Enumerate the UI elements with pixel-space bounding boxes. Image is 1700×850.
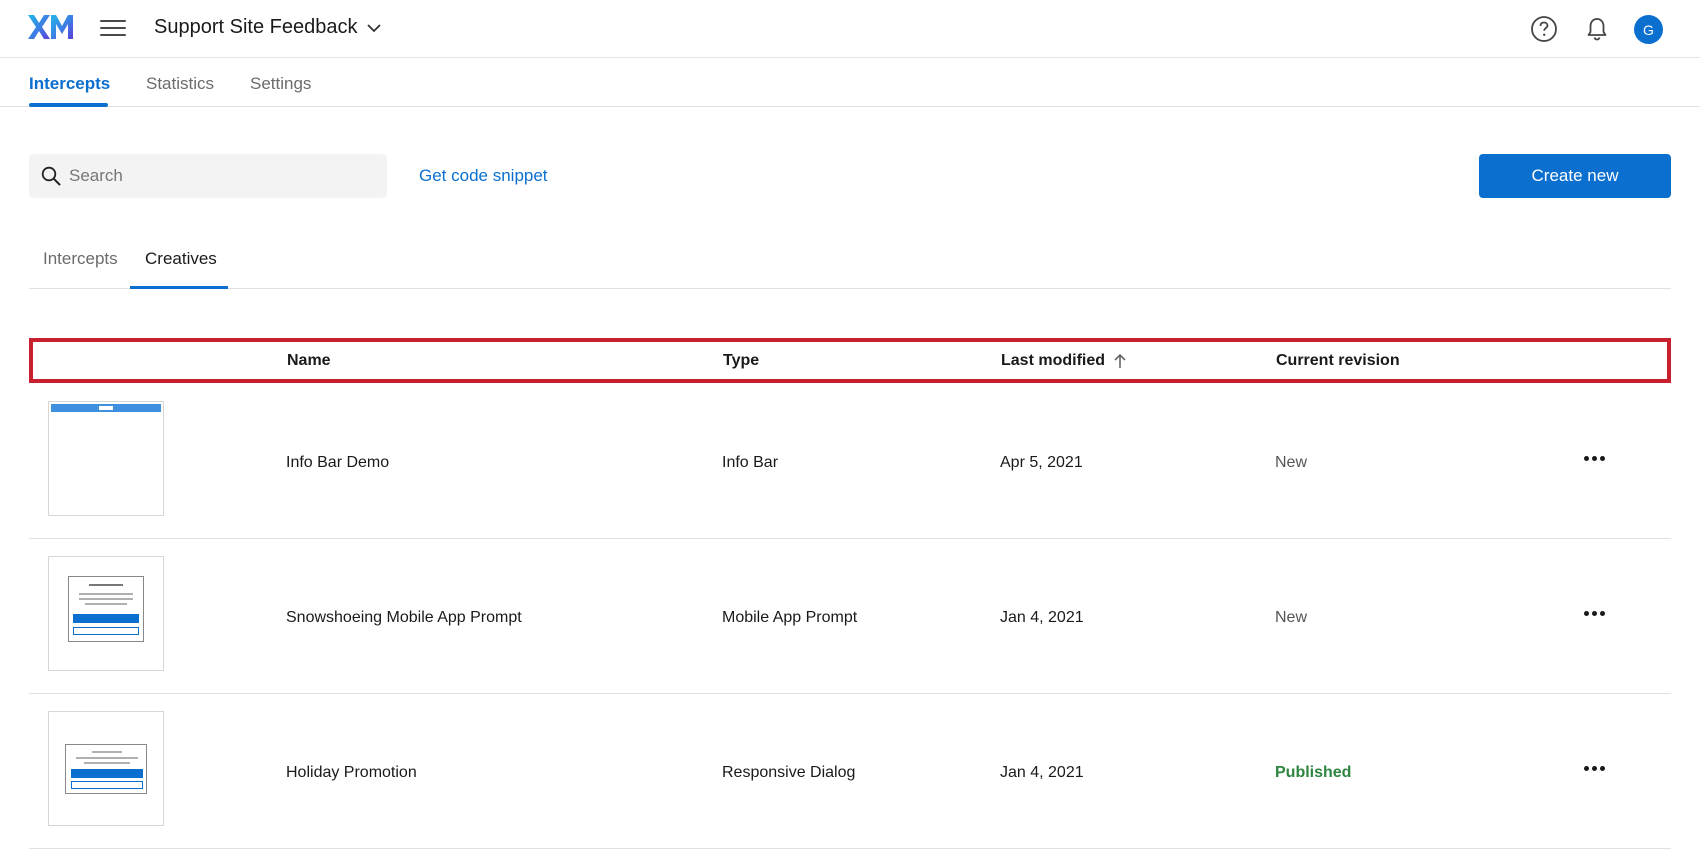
tab-statistics[interactable]: Statistics xyxy=(146,74,214,94)
secondary-tabs: Intercepts Creatives xyxy=(29,232,1671,289)
top-header: Support Site Feedback G xyxy=(0,0,1700,58)
thumbnail-prompt xyxy=(68,576,144,642)
row-revision: New xyxy=(1275,609,1308,626)
column-header-name[interactable]: Name xyxy=(287,352,331,370)
active-tab-indicator xyxy=(29,103,108,107)
column-header-current-revision[interactable]: Current revision xyxy=(1276,352,1400,370)
row-modified: Jan 4, 2021 xyxy=(1000,609,1084,626)
creative-thumbnail[interactable] xyxy=(48,556,164,671)
project-name: Support Site Feedback xyxy=(154,16,358,38)
row-type: Mobile App Prompt xyxy=(722,609,858,626)
chevron-down-icon xyxy=(367,24,382,33)
row-modified: Apr 5, 2021 xyxy=(1000,454,1083,471)
row-modified: Jan 4, 2021 xyxy=(1000,764,1084,781)
subtab-intercepts[interactable]: Intercepts xyxy=(43,249,118,269)
bell-icon[interactable] xyxy=(1582,14,1612,44)
row-name[interactable]: Info Bar Demo xyxy=(286,454,389,472)
arrow-up-icon xyxy=(1114,353,1126,368)
column-label: Last modified xyxy=(1001,352,1106,369)
xm-logo[interactable] xyxy=(27,12,75,42)
table-row[interactable]: Snowshoeing Mobile App Prompt Mobile App… xyxy=(29,539,1671,694)
search-box[interactable] xyxy=(29,154,387,198)
active-subtab-indicator xyxy=(130,286,228,289)
table-header: Name Type Last modified Current revision xyxy=(29,338,1671,383)
more-horizontal-icon[interactable] xyxy=(1580,603,1608,623)
column-header-type[interactable]: Type xyxy=(723,352,759,370)
search-icon xyxy=(41,166,61,186)
project-selector[interactable]: Support Site Feedback xyxy=(154,16,382,39)
hamburger-icon[interactable] xyxy=(100,18,126,38)
tab-settings[interactable]: Settings xyxy=(250,74,311,94)
row-type: Info Bar xyxy=(722,454,779,471)
subtab-creatives[interactable]: Creatives xyxy=(145,249,217,269)
more-horizontal-icon[interactable] xyxy=(1580,448,1608,468)
search-input[interactable] xyxy=(69,166,369,186)
create-new-button[interactable]: Create new xyxy=(1479,154,1671,198)
row-revision: Published xyxy=(1275,764,1352,781)
avatar[interactable]: G xyxy=(1634,15,1663,44)
thumbnail-dialog xyxy=(65,744,147,794)
creative-thumbnail[interactable] xyxy=(48,711,164,826)
help-icon[interactable] xyxy=(1529,14,1559,44)
tab-intercepts[interactable]: Intercepts xyxy=(29,74,110,94)
thumbnail-info-bar xyxy=(51,404,161,412)
creative-thumbnail[interactable] xyxy=(48,401,164,516)
column-label: Current revision xyxy=(1276,352,1400,369)
row-revision: New xyxy=(1275,454,1308,471)
column-label: Name xyxy=(287,352,331,369)
table-row[interactable]: Info Bar Demo Info Bar Apr 5, 2021 New xyxy=(29,384,1671,539)
column-label: Type xyxy=(723,352,760,369)
get-code-snippet-link[interactable]: Get code snippet xyxy=(419,166,548,186)
more-horizontal-icon[interactable] xyxy=(1580,758,1608,778)
primary-tabs: Intercepts Statistics Settings xyxy=(0,58,1700,107)
column-header-last-modified[interactable]: Last modified xyxy=(1001,352,1127,370)
row-type: Responsive Dialog xyxy=(722,764,856,781)
row-name[interactable]: Holiday Promotion xyxy=(286,764,417,782)
row-name[interactable]: Snowshoeing Mobile App Prompt xyxy=(286,609,522,627)
table-row[interactable]: Holiday Promotion Responsive Dialog Jan … xyxy=(29,694,1671,849)
